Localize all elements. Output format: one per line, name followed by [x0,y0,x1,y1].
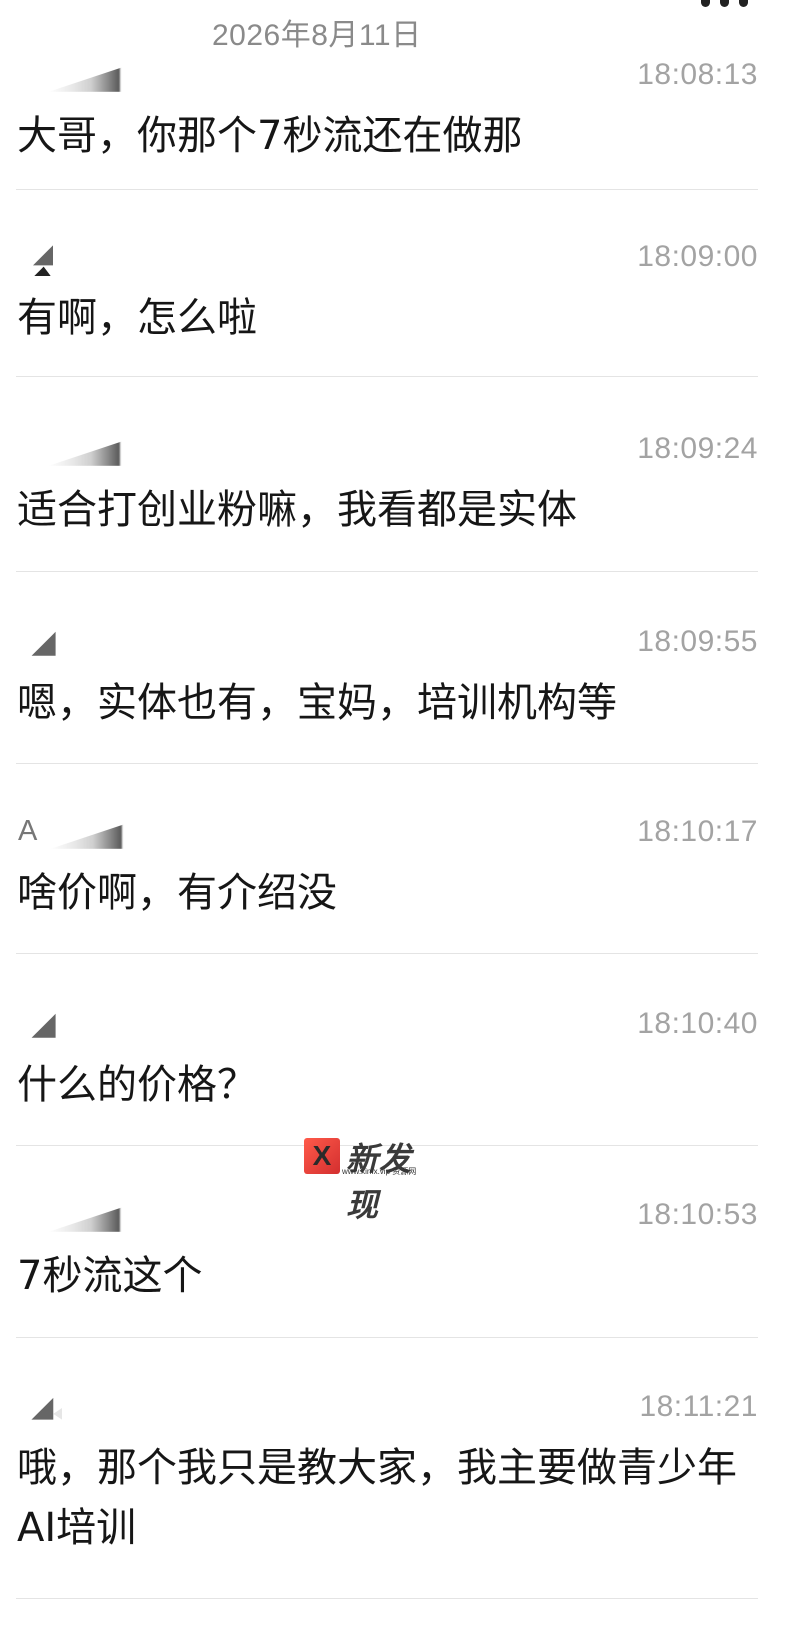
redacted-avatar-icon [31,1013,56,1038]
message-divider [16,189,758,190]
message-text[interactable]: 什么的价格？ [17,1055,757,1115]
sender-redacted [18,432,148,466]
redacted-avatar-icon [48,1200,144,1232]
chat-message: 18:09:00 有啊，怎么啦 [0,240,800,372]
sender-redacted [18,58,148,92]
message-text[interactable]: 嗯，实体也有，宝妈，培训机构等 [17,673,757,733]
chat-message: A 18:10:17 啥价啊，有介绍没 [0,815,800,947]
watermark-logo: X 新发现 www.xinfx.vip 资源网 [304,1138,444,1224]
message-divider [16,571,758,572]
date-header: 2026年8月11日 [212,19,422,52]
sender-name: A [18,815,38,847]
message-timestamp: 18:10:17 [637,815,758,848]
message-divider [16,1598,758,1599]
chat-message: 18:08:13 大哥，你那个7秒流还在做那 [0,58,800,190]
message-timestamp: 18:11:21 [639,1390,758,1423]
redacted-avatar-icon [31,631,56,656]
sender-redacted [18,240,148,276]
watermark-letter: X [312,1140,332,1171]
message-text[interactable]: 7秒流这个 [17,1246,757,1306]
chat-message: 18:11:21 哦，那个我只是教大家，我主要做青少年AI培训 [0,1390,800,1580]
chat-log-page: 2026年8月11日 18:08:13 大哥，你那个7秒流还在做那 18:09:… [0,0,800,1648]
message-divider [16,953,758,954]
redacted-avatar-icon [50,817,146,849]
redacted-avatar-icon [48,434,144,466]
sender-redacted: A [18,815,148,849]
chat-message: 18:09:55 嗯，实体也有，宝妈，培训机构等 [0,625,800,757]
message-divider [16,376,758,377]
sender-redacted [18,1007,148,1041]
message-timestamp: 18:10:40 [637,1007,758,1040]
message-divider [16,763,758,764]
redacted-avatar-icon [31,1397,62,1420]
message-text[interactable]: 哦，那个我只是教大家，我主要做青少年AI培训 [17,1438,747,1558]
redacted-avatar-icon [33,245,53,276]
message-text[interactable]: 大哥，你那个7秒流还在做那 [17,106,757,166]
message-text[interactable]: 适合打创业粉嘛，我看都是实体 [17,480,757,540]
sender-redacted [18,625,148,659]
more-icon[interactable] [701,0,749,10]
chat-message: 18:09:24 适合打创业粉嘛，我看都是实体 [0,432,800,564]
message-divider [16,1337,758,1338]
message-text[interactable]: 有啊，怎么啦 [17,288,757,348]
sender-redacted [18,1390,148,1424]
message-timestamp: 18:09:55 [637,625,758,658]
message-timestamp: 18:09:00 [637,240,758,273]
message-timestamp: 18:08:13 [637,58,758,91]
watermark-subtitle: www.xinfx.vip 资源网 [342,1167,417,1176]
chat-message: 18:10:53 7秒流这个 [0,1198,800,1330]
redacted-avatar-icon [48,60,144,92]
message-timestamp: 18:09:24 [637,432,758,465]
chat-message: 18:10:40 什么的价格？ [0,1007,800,1139]
message-text[interactable]: 啥价啊，有介绍没 [17,863,757,923]
message-timestamp: 18:10:53 [637,1198,758,1231]
sender-redacted [18,1198,148,1232]
